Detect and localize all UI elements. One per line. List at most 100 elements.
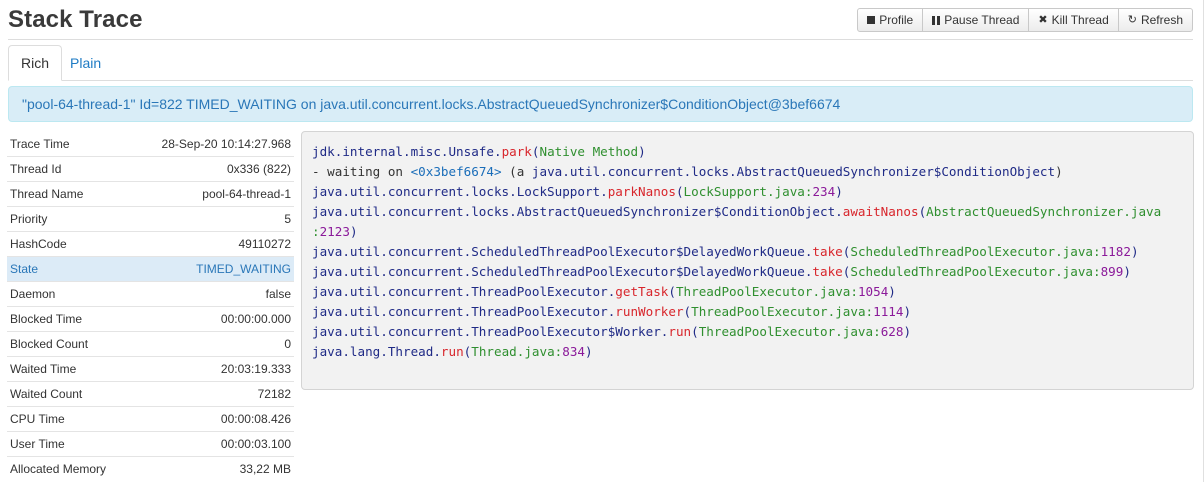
frame-class: java.util.concurrent.ThreadPoolExecutor$… bbox=[312, 324, 669, 339]
frame-line-number: 234 bbox=[812, 184, 836, 199]
frame-line-number: 1182 bbox=[1100, 244, 1131, 259]
frame-method: run bbox=[440, 344, 464, 359]
property-label: Daemon bbox=[10, 287, 56, 301]
property-row: Allocated Memory 33,22 MB bbox=[7, 456, 294, 481]
stack-frame-line: java.util.concurrent.ScheduledThreadPool… bbox=[312, 244, 1139, 259]
frame-colon: : bbox=[312, 224, 320, 239]
property-label: CPU Time bbox=[10, 412, 65, 426]
tab-rich[interactable]: Rich bbox=[8, 45, 63, 81]
property-label: Trace Time bbox=[10, 136, 70, 151]
view-tabs: Rich Plain bbox=[8, 45, 1193, 81]
kill-thread-button[interactable]: ✖ Kill Thread bbox=[1028, 8, 1119, 32]
frame-method: take bbox=[812, 244, 843, 259]
frame-file: LockSupport.java bbox=[683, 184, 805, 199]
property-row: Blocked Count 0 bbox=[7, 331, 294, 356]
stack-frame-line: java.util.concurrent.ThreadPoolExecutor$… bbox=[312, 324, 912, 339]
frame-class: jdk.internal.misc.Unsafe. bbox=[312, 144, 502, 159]
frame-colon: : bbox=[873, 324, 881, 339]
stop-icon bbox=[867, 16, 876, 24]
frame-colon: : bbox=[1093, 244, 1101, 259]
frame-class: java.util.concurrent.ScheduledThreadPool… bbox=[312, 264, 813, 279]
waiting-paren-open: (a bbox=[501, 164, 532, 179]
property-row: HashCode 49110272 bbox=[7, 231, 294, 256]
stack-frame-line: java.util.concurrent.locks.LockSupport.p… bbox=[312, 184, 843, 199]
property-row: Priority 5 bbox=[7, 206, 294, 231]
frame-file: ThreadPoolExecutor.java bbox=[698, 324, 874, 339]
property-label: Priority bbox=[10, 212, 48, 226]
frame-class: java.util.concurrent.ScheduledThreadPool… bbox=[312, 244, 813, 259]
frame-method: take bbox=[812, 264, 843, 279]
waiting-paren-close: ) bbox=[1055, 164, 1063, 179]
property-row: CPU Time 00:00:08.426 bbox=[7, 406, 294, 431]
stack-frame-line: java.lang.Thread.run(Thread.java:834) bbox=[312, 344, 593, 359]
title-divider bbox=[8, 39, 1193, 40]
stack-frame-line: java.util.concurrent.ThreadPoolExecutor.… bbox=[312, 284, 896, 299]
property-row: Daemon false bbox=[7, 281, 294, 306]
frame-line-number: 628 bbox=[880, 324, 904, 339]
property-row: Thread Id 0x336 (822) bbox=[7, 156, 294, 181]
property-value: 00:00:03.100 bbox=[220, 437, 291, 451]
property-value: 49110272 bbox=[238, 237, 292, 251]
property-row: Blocked Time 00:00:00.000 bbox=[7, 306, 294, 331]
property-value: TIMED_WAITING bbox=[196, 262, 291, 276]
property-label: Blocked Time bbox=[10, 312, 83, 326]
property-value: false bbox=[265, 287, 291, 301]
stack-trace-code: jdk.internal.misc.Unsafe.park(Native Met… bbox=[301, 131, 1194, 390]
property-value: 20:03:19.333 bbox=[220, 362, 291, 376]
property-value: 00:00:08.426 bbox=[220, 412, 291, 426]
property-value: 0 bbox=[284, 337, 291, 351]
thread-properties: Trace Time 28-Sep-20 10:14:27.968 Thread I… bbox=[7, 131, 294, 481]
frame-file: ThreadPoolExecutor.java bbox=[691, 304, 866, 319]
stack-frame-line: - waiting on <0x3bef6674> (a java.util.c… bbox=[312, 162, 1183, 182]
frame-class: java.util.concurrent.locks.LockSupport. bbox=[312, 184, 608, 199]
lock-class: java.util.concurrent.locks.AbstractQueue… bbox=[531, 164, 1056, 179]
profile-label: Profile bbox=[879, 13, 914, 27]
property-value: 5 bbox=[284, 212, 291, 226]
frame-method: run bbox=[668, 324, 692, 339]
frame-class: java.util.concurrent.locks.AbstractQueue… bbox=[312, 204, 843, 219]
frame-file: Native Method bbox=[539, 144, 639, 159]
property-row: Waited Time 20:03:19.333 bbox=[7, 356, 294, 381]
frame-class: java.util.concurrent.ThreadPoolExecutor. bbox=[312, 284, 616, 299]
property-label: Blocked Count bbox=[10, 337, 89, 351]
page-title: Stack Trace bbox=[8, 6, 143, 33]
frame-line-number: 1114 bbox=[873, 304, 904, 319]
stack-frame-line: :2123) bbox=[312, 224, 358, 239]
property-value: 72182 bbox=[257, 387, 291, 401]
property-label: HashCode bbox=[10, 237, 67, 251]
frame-method: getTask bbox=[615, 284, 669, 299]
property-row: User Time 00:00:03.100 bbox=[7, 431, 294, 456]
property-label: Thread Id bbox=[10, 162, 62, 176]
property-label: User Time bbox=[10, 437, 65, 451]
frame-file: Thread.java bbox=[471, 344, 555, 359]
property-label: Thread Name bbox=[10, 187, 84, 201]
close-icon: ✖ bbox=[1038, 13, 1048, 26]
property-label: Allocated Memory bbox=[10, 462, 107, 476]
profile-button[interactable]: Profile bbox=[857, 8, 924, 32]
stack-frame-line: jdk.internal.misc.Unsafe.park(Native Met… bbox=[312, 144, 646, 159]
frame-file: AbstractQueuedSynchronizer.java bbox=[926, 204, 1162, 219]
tab-plain[interactable]: Plain bbox=[58, 45, 113, 80]
waiting-prefix: - waiting on bbox=[312, 164, 411, 179]
property-value: 28-Sep-20 10:14:27.968 bbox=[161, 136, 291, 151]
property-label: State bbox=[10, 262, 39, 276]
kill-thread-label: Kill Thread bbox=[1051, 13, 1109, 27]
frame-method: awaitNanos bbox=[842, 204, 919, 219]
refresh-icon: ↻ bbox=[1127, 13, 1137, 26]
pause-thread-button[interactable]: Pause Thread bbox=[922, 8, 1030, 32]
property-row: Trace Time 28-Sep-20 10:14:27.968 bbox=[7, 131, 294, 156]
toolbar: Profile Pause Thread ✖ Kill Thread ↻ Ref… bbox=[857, 8, 1193, 32]
property-value: 00:00:00.000 bbox=[220, 312, 291, 326]
frame-line-number: 1054 bbox=[857, 284, 889, 299]
frame-line-number: 2123 bbox=[319, 224, 350, 239]
frame-class: java.lang.Thread. bbox=[312, 344, 441, 359]
thread-summary: "pool-64-thread-1" Id=822 TIMED_WAITING … bbox=[8, 86, 1193, 122]
stack-frame-line: java.util.concurrent.ThreadPoolExecutor.… bbox=[312, 304, 912, 319]
property-value: pool-64-thread-1 bbox=[202, 187, 291, 201]
frame-file: ScheduledThreadPoolExecutor.java bbox=[850, 244, 1093, 259]
stack-trace-panel: Stack Trace Profile Pause Thread ✖ Kill … bbox=[0, 0, 1204, 482]
refresh-button[interactable]: ↻ Refresh bbox=[1117, 8, 1193, 32]
frame-line-number: 899 bbox=[1100, 264, 1124, 279]
stack-frame-line: java.util.concurrent.locks.AbstractQueue… bbox=[312, 204, 1162, 219]
property-value: 33,22 MB bbox=[239, 462, 291, 476]
